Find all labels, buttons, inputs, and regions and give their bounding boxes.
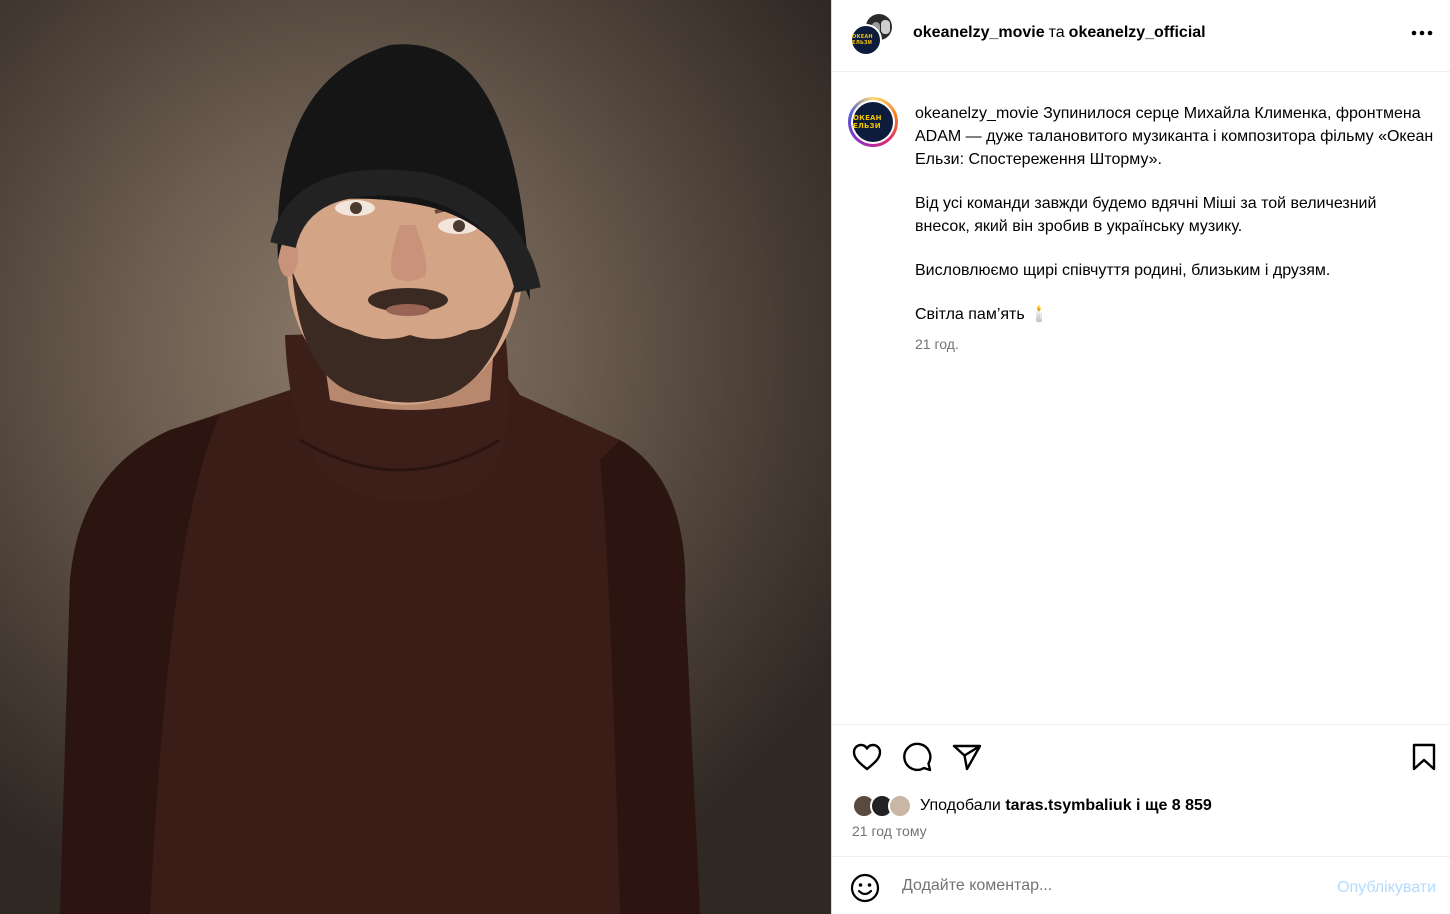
collab-avatars[interactable]: ОКЕАН ЕЛЬЗИ — [850, 12, 896, 58]
caption-paragraph-3: Висловлюємо щирі співчуття родині, близь… — [915, 262, 1331, 279]
author-separator: та — [1048, 24, 1065, 41]
emoji-smile-icon — [850, 873, 880, 903]
comment-icon — [903, 742, 932, 772]
share-icon — [952, 744, 982, 771]
post-header: ОКЕАН ЕЛЬЗИ okeanelzy_movie та okeanelzy_o… — [832, 0, 1450, 72]
post-photo[interactable] — [0, 0, 831, 914]
likes-user-link[interactable]: taras.tsymbaliuk — [1005, 797, 1131, 814]
heart-icon — [852, 743, 882, 771]
caption-paragraph-4: Світла пам’ять 🕯️ — [915, 306, 1050, 323]
author-link-1[interactable]: okeanelzy_movie — [913, 24, 1045, 41]
caption-username[interactable]: okeanelzy_movie — [915, 105, 1039, 122]
logo-text: ОКЕАН ЕЛЬЗИ — [852, 34, 873, 46]
likes-text: Уподобали taras.tsymbaliuk і ще 8 859 — [920, 797, 1212, 815]
caption-avatar[interactable]: ОКЕАН ЕЛЬЗИ — [848, 97, 898, 147]
comment-input[interactable] — [902, 873, 1302, 899]
comment-button[interactable] — [901, 741, 933, 773]
post-actions: Уподобали taras.tsymbaliuk і ще 8 859 21… — [832, 724, 1450, 856]
publish-button[interactable]: Опублікувати — [1337, 879, 1436, 897]
likes-count[interactable]: і ще 8 859 — [1136, 797, 1212, 814]
post-authors: okeanelzy_movie та okeanelzy_official — [913, 24, 1206, 42]
post-side-panel: ОКЕАН ЕЛЬЗИ okeanelzy_movie та okeanelzy_o… — [831, 0, 1450, 914]
portrait-illustration — [60, 44, 700, 914]
author-link-2[interactable]: okeanelzy_official — [1069, 24, 1206, 41]
bookmark-icon — [1412, 743, 1436, 771]
logo-text: ОКЕАН ЕЛЬЗИ — [853, 114, 882, 130]
more-horizontal-icon — [1411, 30, 1433, 36]
comment-bar: Опублікувати — [832, 856, 1450, 914]
likes-summary[interactable]: Уподобали taras.tsymbaliuk і ще 8 859 — [852, 793, 1212, 819]
post-caption: okeanelzy_movie Зупинилося серце Михайла… — [915, 102, 1435, 347]
like-button[interactable] — [851, 741, 883, 773]
caption-paragraph-2: Від усі команди завжди будемо вдячні Міш… — [915, 195, 1377, 235]
more-options-button[interactable] — [1409, 20, 1435, 46]
likes-prefix: Уподобали — [920, 797, 1001, 814]
caption-time[interactable]: 21 год. — [915, 336, 959, 352]
liker-avatar-3 — [888, 794, 912, 818]
emoji-button[interactable] — [850, 873, 880, 903]
post-body: ОКЕАН ЕЛЬЗИ okeanelzy_movie Зупинилося с… — [832, 72, 1450, 724]
avatar-okeanelzy-movie[interactable]: ОКЕАН ЕЛЬЗИ — [850, 24, 882, 56]
share-button[interactable] — [951, 741, 983, 773]
save-button[interactable] — [1408, 741, 1440, 773]
post-time[interactable]: 21 год тому — [852, 823, 927, 839]
